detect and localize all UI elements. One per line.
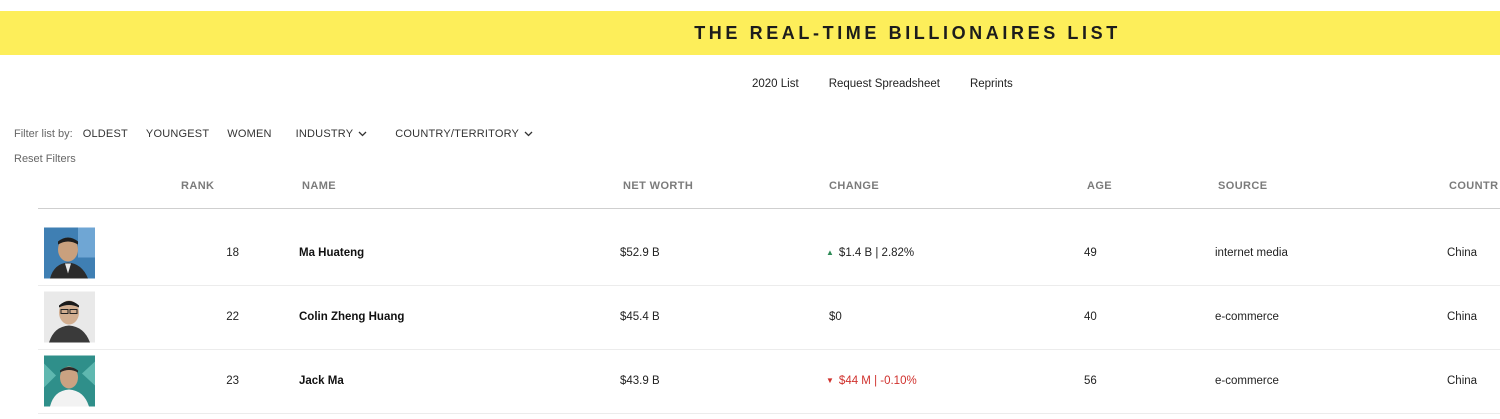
net-worth-cell: $52.9 B [620,247,660,259]
column-header-age[interactable]: AGE [1087,180,1112,192]
nav-link-request-spreadsheet[interactable]: Request Spreadsheet [829,78,940,90]
title-banner: THE REAL-TIME BILLIONAIRES LIST [0,11,1500,55]
table-header: RANK NAME NET WORTH CHANGE AGE SOURCE CO… [0,178,1500,198]
table-row[interactable]: 22 Colin Zheng Huang $45.4 B $0 40 e-com… [0,285,1500,349]
page-title: THE REAL-TIME BILLIONAIRES LIST [694,23,1121,43]
column-header-country[interactable]: COUNTR [1449,180,1498,192]
filter-country-dropdown[interactable]: COUNTRY/TERRITORY [395,128,533,140]
country-cell: China [1447,311,1478,323]
filter-label: Filter list by: [14,128,73,141]
column-header-change[interactable]: CHANGE [829,180,879,192]
source-cell: e-commerce [1215,311,1279,323]
sub-navigation: 2020 List Request Spreadsheet Reprints [752,78,1013,90]
column-header-source[interactable]: SOURCE [1218,180,1267,192]
header-divider [38,208,1500,209]
age-cell: 49 [1084,247,1097,259]
net-worth-cell: $45.4 B [620,311,660,323]
page: THE REAL-TIME BILLIONAIRES LIST 2020 Lis… [0,0,1500,419]
name-link[interactable]: Colin Zheng Huang [299,311,404,323]
avatar [44,291,95,343]
filter-oldest[interactable]: OLDEST [83,128,128,140]
country-cell: China [1447,247,1478,259]
column-header-net-worth[interactable]: NET WORTH [623,180,693,192]
change-value: $44 M | -0.10% [838,375,917,387]
nav-link-reprints[interactable]: Reprints [970,78,1013,90]
source-cell: e-commerce [1215,375,1279,387]
source-cell: internet media [1215,247,1288,259]
row-divider [38,413,1500,414]
name-link[interactable]: Ma Huateng [299,247,364,259]
age-cell: 40 [1084,311,1097,323]
change-cell: ▲ $1.4 B | 2.82% [826,247,914,259]
column-header-rank[interactable]: RANK [181,180,214,192]
triangle-down-icon: ▼ [826,376,834,385]
chevron-down-icon [358,128,367,140]
filter-industry-dropdown[interactable]: INDUSTRY [296,128,368,140]
rank-cell: 18 [226,247,239,259]
age-cell: 56 [1084,375,1097,387]
rank-cell: 23 [226,375,239,387]
reset-filters-link[interactable]: Reset Filters [14,153,76,165]
filter-bar: Filter list by: OLDEST YOUNGEST WOMEN IN… [14,128,533,140]
change-cell: ▼ $44 M | -0.10% [826,375,917,387]
country-cell: China [1447,375,1478,387]
filter-youngest[interactable]: YOUNGEST [146,128,209,140]
change-value: $1.4 B | 2.82% [838,247,915,259]
triangle-up-icon: ▲ [826,248,834,257]
filter-women[interactable]: WOMEN [227,128,271,140]
name-link[interactable]: Jack Ma [299,375,344,387]
filter-industry-label: INDUSTRY [295,128,354,140]
column-header-name[interactable]: NAME [302,180,336,192]
change-cell: $0 [829,311,842,323]
nav-link-2020-list[interactable]: 2020 List [752,78,799,90]
filter-country-label: COUNTRY/TERRITORY [395,128,520,140]
avatar [44,355,95,407]
table-row[interactable]: 23 Jack Ma $43.9 B ▼ $44 M | -0.10% 56 e-… [0,349,1500,413]
net-worth-cell: $43.9 B [620,375,660,387]
table-row[interactable]: 18 Ma Huateng $52.9 B ▲ $1.4 B | 2.82% 49… [0,221,1500,285]
chevron-down-icon [524,128,533,140]
rank-cell: 22 [226,311,239,323]
avatar [44,227,95,279]
